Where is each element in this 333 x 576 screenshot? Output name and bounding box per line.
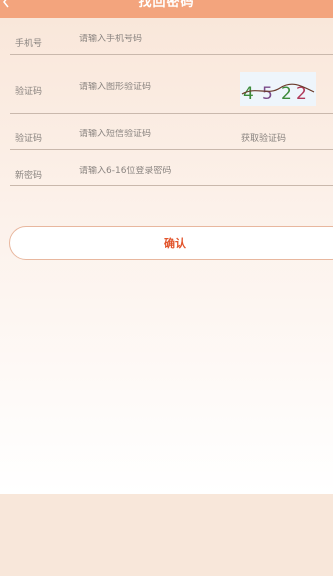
image-code-label: 验证码 [15, 87, 43, 97]
captcha-image[interactable]: 4 5 2 2 [240, 72, 316, 106]
captcha-char-4: 2 [296, 84, 307, 104]
new-password-row: 新密码 [10, 150, 333, 186]
sms-code-input[interactable] [79, 129, 229, 139]
new-password-label: 新密码 [15, 171, 43, 181]
image-code-input[interactable] [79, 82, 229, 92]
page-title: 找回密码 [138, 0, 195, 10]
confirm-button[interactable]: 确认 [9, 226, 333, 260]
sms-code-row: 验证码 获取验证码 [10, 114, 333, 150]
new-password-input[interactable] [79, 166, 229, 176]
captcha-char-2: 5 [262, 84, 273, 104]
phone-label: 手机号 [15, 39, 43, 49]
phone-row: 手机号 [10, 18, 333, 55]
sms-code-label: 验证码 [15, 134, 43, 144]
captcha-char-1: 4 [243, 84, 254, 104]
phone-input[interactable] [79, 34, 229, 44]
title-bar: 找回密码 [0, 0, 333, 18]
get-sms-code-button[interactable]: 获取验证码 [241, 131, 286, 144]
